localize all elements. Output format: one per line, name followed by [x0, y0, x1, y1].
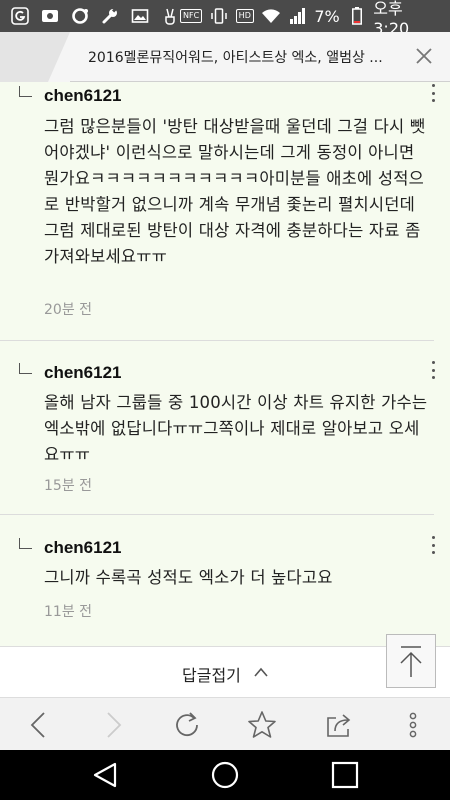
image-icon	[130, 6, 150, 26]
arrow-up-icon	[400, 646, 422, 677]
refresh-icon[interactable]	[172, 710, 202, 740]
comment-text: 그니까 수록곡 성적도 엑소가 더 높다고요	[44, 568, 333, 587]
status-bar: NFC HD 7% 오후 3:20	[0, 0, 450, 38]
tab-edge	[48, 32, 70, 82]
system-navigation-bar	[0, 750, 450, 800]
more-options-icon[interactable]	[430, 84, 436, 102]
signal-icon	[288, 6, 308, 26]
bookmark-star-icon[interactable]	[247, 710, 277, 740]
reply-comment: chen6121 그럼 많은분들이 '방탄 대상받을때 울던데 그걸 다시 뺏어…	[0, 82, 450, 342]
comment-list: chen6121 그럼 많은분들이 '방탄 대상받을때 울던데 그걸 다시 뺏어…	[0, 82, 450, 646]
system-home-icon[interactable]	[210, 760, 240, 790]
hd-voice-icon: HD	[235, 9, 254, 23]
more-options-icon[interactable]	[430, 361, 436, 379]
chevron-up-icon	[254, 667, 268, 677]
more-options-icon[interactable]	[430, 536, 436, 554]
share-icon[interactable]	[324, 710, 354, 740]
wrench-icon	[100, 6, 120, 26]
collapse-replies-button[interactable]: 답글접기	[0, 646, 450, 697]
reply-comment: chen6121 올해 남자 그룹들 중 100시간 이상 차트 유지한 가수는…	[0, 341, 450, 516]
battery-icon	[347, 6, 367, 26]
notification-icon	[40, 6, 60, 26]
reply-arrow-icon	[19, 86, 32, 97]
comment-author[interactable]: chen6121	[44, 363, 122, 383]
comment-text: 그럼 많은분들이 '방탄 대상받을때 울던데 그걸 다시 뺏어야겠냐' 이런식으…	[44, 117, 426, 266]
battery-percent: 7%	[314, 6, 340, 26]
chat-icon	[70, 6, 90, 26]
g-app-icon	[10, 6, 30, 26]
reply-arrow-icon	[19, 363, 32, 374]
comment-text: 올해 남자 그룹들 중 100시간 이상 차트 유지한 가수는 엑소밖에 없답니…	[44, 393, 428, 464]
more-menu-icon[interactable]	[398, 710, 428, 740]
reply-comment: chen6121 그니까 수록곡 성적도 엑소가 더 높다고요 11분 전	[0, 515, 450, 645]
comment-time: 11분 전	[44, 604, 93, 620]
wifi-icon	[261, 6, 281, 26]
nfc-icon: NFC	[180, 9, 203, 23]
system-back-icon[interactable]	[90, 760, 120, 790]
tab-title[interactable]: 2016멜론뮤직어워드, 아티스트상 엑소, 앨범상 ...	[88, 47, 388, 67]
comment-time: 15분 전	[44, 478, 93, 494]
collapse-replies-label[interactable]: 답글접기	[182, 662, 241, 686]
vibrate-icon	[209, 6, 229, 26]
back-icon[interactable]	[24, 710, 54, 740]
reply-arrow-icon	[19, 538, 32, 549]
comment-time: 20분 전	[44, 302, 93, 318]
close-icon[interactable]	[412, 44, 436, 68]
forward-icon[interactable]	[98, 710, 128, 740]
browser-tab-bar: 2016멜론뮤직어워드, 아티스트상 엑소, 앨범상 ...	[0, 32, 450, 82]
victory-hand-icon	[160, 6, 180, 26]
comment-author[interactable]: chen6121	[44, 538, 122, 558]
comment-author[interactable]: chen6121	[44, 86, 122, 106]
system-recents-icon[interactable]	[330, 760, 360, 790]
browser-toolbar	[0, 697, 450, 750]
scroll-to-top-button[interactable]	[386, 634, 436, 688]
